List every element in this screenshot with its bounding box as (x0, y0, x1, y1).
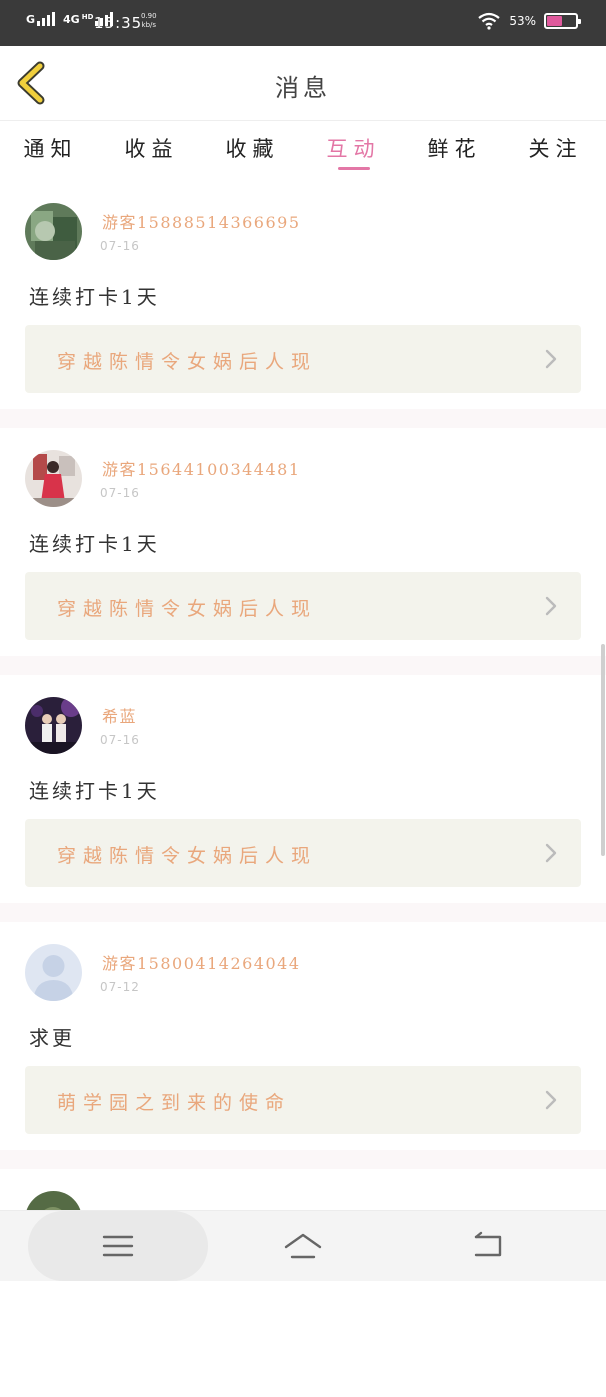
menu-button[interactable] (98, 1229, 138, 1263)
tab-label: 互动 (326, 137, 381, 161)
comment-text: 求更 (29, 1026, 75, 1050)
tab-label: 通知 (23, 137, 78, 161)
default-avatar-icon (25, 944, 82, 1001)
tab-label: 鲜花 (427, 137, 482, 161)
book-title: 穿越陈情令女娲后人现 (57, 351, 318, 373)
message-card: 游客15800414264044 07-12 求更 萌学园之到来的使命 (0, 922, 606, 1150)
tab-interactions[interactable]: 互动 (303, 121, 404, 181)
network-4g-label: 4G (63, 12, 80, 26)
tab-label: 收益 (124, 137, 179, 161)
tab-flowers[interactable]: 鲜花 (404, 121, 505, 181)
card-divider (0, 903, 606, 922)
message-card: 希蓝 07-16 连续打卡1天 穿越陈情令女娲后人现 (0, 675, 606, 903)
status-right: 53% (477, 12, 581, 30)
tab-notifications[interactable]: 通知 (0, 121, 101, 181)
card-divider (0, 656, 606, 675)
book-link[interactable]: 穿越陈情令女娲后人现 (25, 572, 581, 640)
comment-text: 连续打卡1天 (29, 285, 160, 309)
message-card: 游客15644100344481 07-16 连续打卡1天 穿越陈情令女娲后人现 (0, 428, 606, 656)
chevron-right-icon (545, 349, 557, 369)
book-link[interactable]: 穿越陈情令女娲后人现 (25, 819, 581, 887)
tab-following[interactable]: 关注 (505, 121, 606, 181)
username[interactable]: 希蓝 (102, 703, 137, 727)
message-date: 07-12 (100, 980, 140, 994)
page-title: 消息 (275, 74, 331, 102)
avatar-image (25, 203, 82, 260)
home-icon (284, 1233, 322, 1259)
network-g-label: G (26, 12, 36, 26)
back-nav-button[interactable] (468, 1229, 508, 1263)
comment-text: 连续打卡1天 (29, 779, 160, 803)
tab-label: 关注 (528, 137, 583, 161)
username[interactable]: 游客15644100344481 (102, 456, 301, 480)
battery-percent: 53% (509, 14, 536, 28)
book-title: 萌学园之到来的使命 (57, 1092, 292, 1114)
home-button[interactable] (283, 1229, 323, 1263)
tab-favorites[interactable]: 收藏 (202, 121, 303, 181)
username[interactable]: 游客15888514366695 (102, 209, 301, 233)
scrollbar[interactable] (601, 644, 605, 856)
network-speed: 0.90 kb/s (141, 12, 157, 30)
status-bar: G 4G HD 15:35 0.90 kb/s 53% (0, 0, 606, 46)
avatar[interactable] (25, 944, 82, 1001)
message-date: 07-16 (100, 239, 140, 253)
tab-bar: 通知 收益 收藏 互动 鲜花 关注 (0, 121, 606, 181)
network-speed-unit: kb/s (141, 21, 157, 29)
system-nav-bar (0, 1210, 606, 1281)
signal-icon (37, 12, 57, 26)
app-header: 消息 (0, 46, 606, 121)
status-time: 15:35 (94, 14, 143, 32)
message-date: 07-16 (100, 733, 140, 747)
avatar[interactable] (25, 203, 82, 260)
active-tab-indicator (337, 167, 370, 170)
wifi-icon (478, 12, 501, 30)
message-card: 游客15888514366695 07-16 连续打卡1天 穿越陈情令女娲后人现 (0, 181, 606, 409)
tab-label: 收藏 (225, 137, 280, 161)
tab-earnings[interactable]: 收益 (101, 121, 202, 181)
username[interactable]: 游客15800414264044 (102, 950, 301, 974)
book-title: 穿越陈情令女娲后人现 (57, 598, 318, 620)
message-date: 07-16 (100, 486, 140, 500)
avatar-image (25, 697, 82, 754)
battery-level (547, 16, 562, 26)
network-hd-label: HD (81, 13, 94, 21)
avatar[interactable] (25, 697, 82, 754)
card-divider (0, 409, 606, 428)
menu-icon (102, 1235, 134, 1257)
book-title: 穿越陈情令女娲后人现 (57, 845, 318, 867)
message-card-partial (0, 1169, 606, 1397)
book-link[interactable]: 穿越陈情令女娲后人现 (25, 325, 581, 393)
chevron-right-icon (545, 596, 557, 616)
chevron-right-icon (545, 1090, 557, 1110)
comment-text: 连续打卡1天 (29, 532, 160, 556)
back-icon (474, 1231, 502, 1257)
card-divider (0, 1150, 606, 1169)
avatar[interactable] (25, 450, 82, 507)
book-link[interactable]: 萌学园之到来的使命 (25, 1066, 581, 1134)
battery-icon (544, 13, 581, 29)
chevron-right-icon (545, 843, 557, 863)
network-speed-value: 0.90 (141, 12, 157, 20)
avatar-image (25, 450, 82, 507)
